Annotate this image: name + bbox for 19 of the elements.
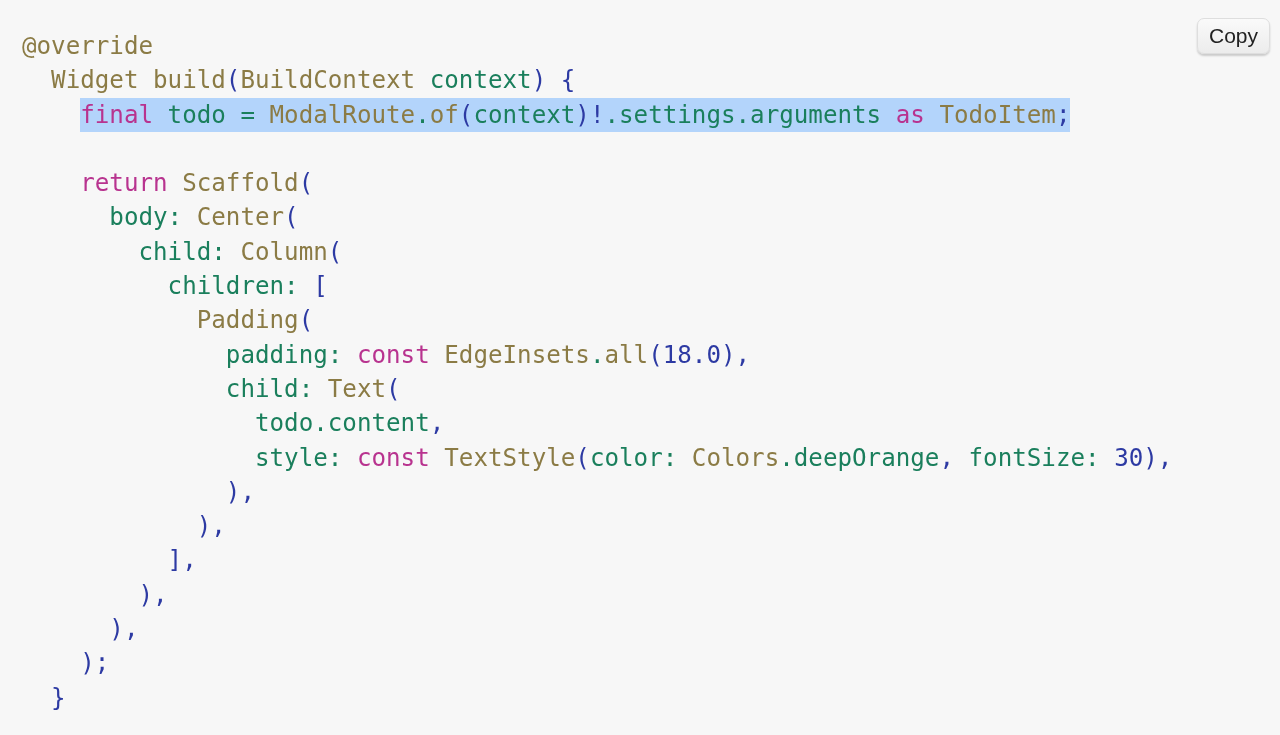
code-line: child: Column( [138,236,343,268]
code-line: ), [109,614,139,646]
code-line: ), [225,476,255,508]
code-line: return Scaffold( [80,168,314,200]
code-line: Widget build(BuildContext context) { [51,65,576,97]
code-line: ); [80,648,110,680]
code-line: children: [ [167,271,328,303]
code-line: child: Text( [225,373,401,405]
copy-button[interactable]: Copy [1196,18,1270,54]
code-line: ], [167,545,197,577]
code-line: } [51,682,66,714]
code-line: @override [22,31,154,62]
code-line: todo.content, [255,408,445,440]
code-line: ), [196,511,226,543]
code-line: padding: const EdgeInsets.all(18.0), [225,339,751,371]
code-line: Padding( [196,305,314,337]
code-line: body: Center( [109,202,299,234]
code-line: style: const TextStyle(color: Colors.deepOrange, fontSize: 30), [255,442,1173,474]
code-line: ), [138,579,168,611]
